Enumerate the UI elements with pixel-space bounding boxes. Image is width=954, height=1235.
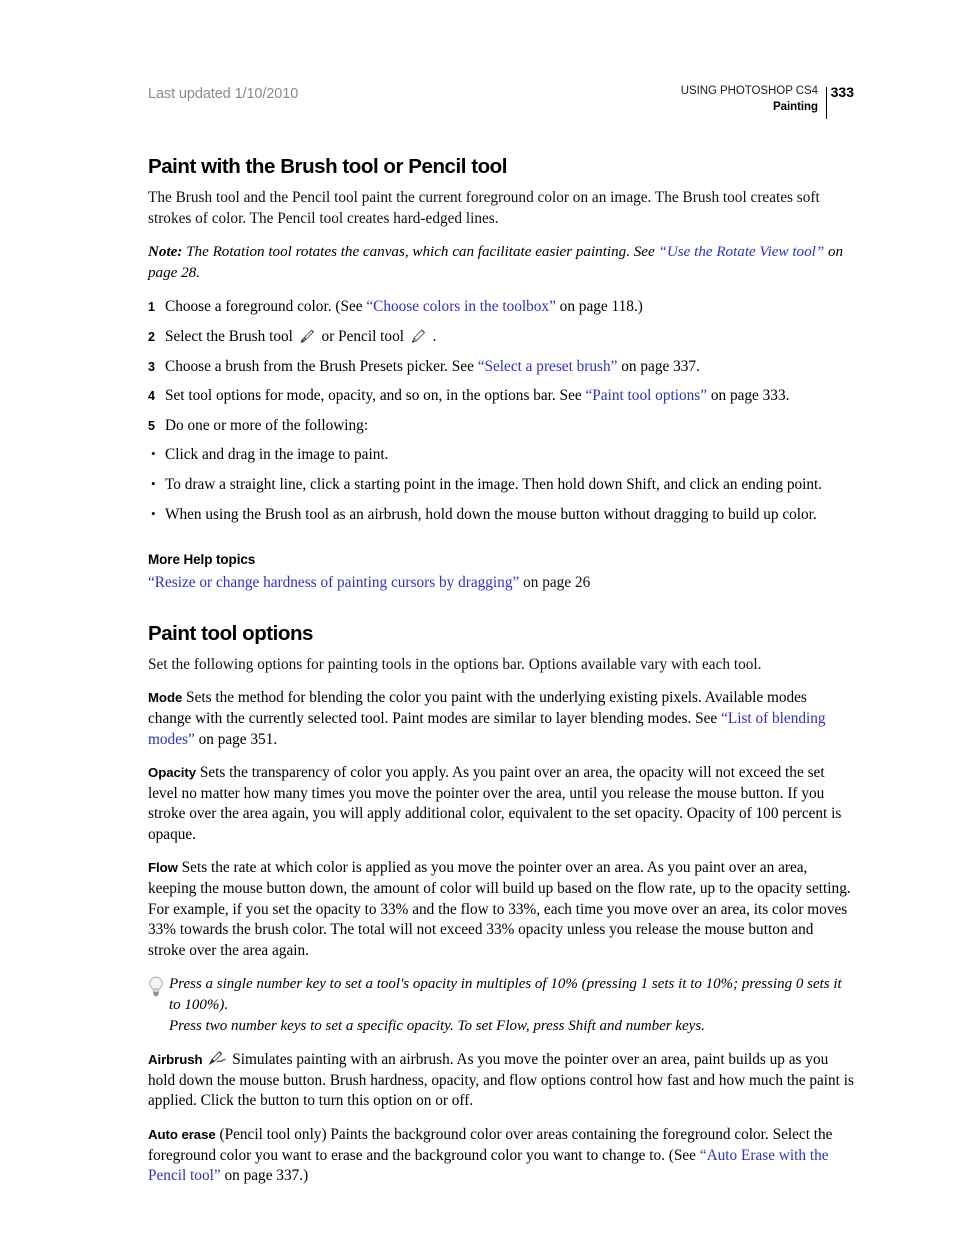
brush-tool-icon <box>299 328 316 344</box>
list-item: • When using the Brush tool as an airbrus… <box>148 505 854 526</box>
option-opacity-paragraph: Opacity Sets the transparency of color y… <box>148 763 854 845</box>
section2-intro-paragraph: Set the following options for painting t… <box>148 655 762 673</box>
link-use-the-rotate-view-tool[interactable]: Use the Rotate View tool <box>667 244 816 260</box>
document-page: Last updated 1/10/2010 USING PHOTOSHOP C… <box>0 0 954 1235</box>
close-quote: ” <box>549 298 556 316</box>
tip-line-1: Press a single number key to set a tool'… <box>169 976 842 1014</box>
option-mode-text-before: Sets the method for blending the color y… <box>148 689 807 727</box>
close-quote: ” <box>213 1167 221 1185</box>
list-item: • To draw a straight line, click a starti… <box>148 475 854 496</box>
option-airbrush-text: Simulates painting with an airbrush. As … <box>148 1051 854 1110</box>
sub-bullet-list: • Click and drag in the image to paint. •… <box>148 445 854 525</box>
step-text-after: on page 337. <box>617 357 700 375</box>
list-item-text: Click and drag in the image to paint. <box>165 446 389 464</box>
list-item: • Click and drag in the image to paint. <box>148 445 854 466</box>
header-book-info: USING PHOTOSHOP CS4 Painting <box>681 84 818 115</box>
step-number: 4 <box>148 389 155 404</box>
option-flow-paragraph: Flow Sets the rate at which color is app… <box>148 858 854 961</box>
link-paint-tool-options[interactable]: Paint tool options <box>592 387 700 404</box>
step-number: 3 <box>148 359 155 374</box>
open-quote: “ <box>699 1146 707 1164</box>
running-header: Last updated 1/10/2010 USING PHOTOSHOP C… <box>148 84 854 120</box>
chapter-name: Painting <box>773 101 818 113</box>
list-item-text: When using the Brush tool as an airbrush… <box>165 505 817 523</box>
option-term-mode: Mode <box>148 690 183 706</box>
option-flow-text: Sets the rate at which color is applied … <box>148 859 851 959</box>
open-quote: “ <box>721 709 728 727</box>
lightbulb-icon <box>148 976 164 998</box>
link-select-a-preset-brush[interactable]: Select a preset brush <box>484 358 610 375</box>
option-airbrush-paragraph: Airbrush Simulates painting with an airb… <box>148 1050 854 1112</box>
close-quote: ” <box>700 387 708 405</box>
step-text-after: on page 118.) <box>555 298 643 316</box>
open-quote: “ <box>658 244 667 261</box>
close-quote: ” <box>187 730 195 748</box>
link-resize-or-change-hardness[interactable]: Resize or change hardness of painting cu… <box>155 574 513 591</box>
open-quote: “ <box>148 574 155 592</box>
last-updated-text: Last updated 1/10/2010 <box>148 86 299 102</box>
option-mode-paragraph: Mode Sets the method for blending the co… <box>148 688 854 750</box>
step-5: 5 Do one or more of the following: <box>148 416 854 437</box>
section-heading-paint-tool-options: Paint tool options <box>148 621 313 645</box>
tip-block: Press a single number key to set a tool'… <box>148 974 854 1036</box>
option-term-airbrush: Airbrush <box>148 1052 203 1068</box>
list-item-text: To draw a straight line, click a startin… <box>165 475 823 493</box>
step-text-before: Set tool options for mode, opacity, and … <box>165 387 586 405</box>
option-mode-text-after: on page 351. <box>194 730 278 748</box>
step-2: 2 Select the Brush tool or Pencil tool . <box>148 327 854 348</box>
section1-intro-paragraph: The Brush tool and the Pencil tool paint… <box>148 189 820 227</box>
option-auto-erase-paragraph: Auto erase (Pencil tool only) Paints the… <box>148 1125 854 1187</box>
bullet-marker: • <box>151 505 156 521</box>
more-help-topics-heading: More Help topics <box>148 552 256 568</box>
pencil-tool-icon <box>410 328 427 344</box>
book-title: USING PHOTOSHOP CS4 <box>680 85 818 97</box>
step-text-mid: or Pencil tool <box>317 327 408 345</box>
document-content: Paint with the Brush tool or Pencil tool… <box>148 155 854 1187</box>
procedure-step-list: 1 Choose a foreground color. (See “Choose… <box>148 297 854 436</box>
page-number: 333 <box>830 84 854 100</box>
step-text-before: Select the Brush tool <box>165 327 297 345</box>
option-term-opacity: Opacity <box>148 765 197 781</box>
step-4: 4 Set tool options for mode, opacity, and… <box>148 386 854 407</box>
more-help-topics-link-paragraph: “Resize or change hardness of painting c… <box>148 573 854 594</box>
note-label: Note: <box>148 244 183 261</box>
close-quote: ” <box>815 244 825 261</box>
step-text-after: on page 333. <box>707 387 790 405</box>
step-1: 1 Choose a foreground color. (See “Choose… <box>148 297 854 318</box>
note-paragraph: Note: The Rotation tool rotates the canv… <box>148 242 854 283</box>
option-term-auto-erase: Auto erase <box>148 1127 216 1142</box>
airbrush-icon <box>208 1051 226 1066</box>
step-text-after: . <box>428 327 437 345</box>
bullet-marker: • <box>151 446 156 462</box>
bullet-marker: • <box>151 475 156 491</box>
header-divider-rule <box>826 87 827 119</box>
more-help-after-text: on page 26 <box>519 574 591 592</box>
step-number: 1 <box>148 300 155 315</box>
option-auto-erase-text-after: on page 337.) <box>220 1167 309 1185</box>
note-text-before: The Rotation tool rotates the canvas, wh… <box>182 244 659 261</box>
step-text-before: Choose a foreground color. (See <box>165 298 367 316</box>
section-heading-paint-with-brush: Paint with the Brush tool or Pencil tool <box>148 155 507 178</box>
option-opacity-text: Sets the transparency of color you apply… <box>148 764 842 843</box>
step-text-before: Choose a brush from the Brush Presets pi… <box>165 357 478 375</box>
step-text: Do one or more of the following: <box>165 416 369 434</box>
step-3: 3 Choose a brush from the Brush Presets p… <box>148 357 854 378</box>
tip-line-2: Press two number keys to set a specific … <box>169 1017 705 1034</box>
step-number: 2 <box>148 329 155 344</box>
option-term-flow: Flow <box>148 860 178 876</box>
link-choose-colors-in-the-toolbox[interactable]: Choose colors in the toolbox <box>373 298 549 315</box>
step-number: 5 <box>148 418 155 433</box>
